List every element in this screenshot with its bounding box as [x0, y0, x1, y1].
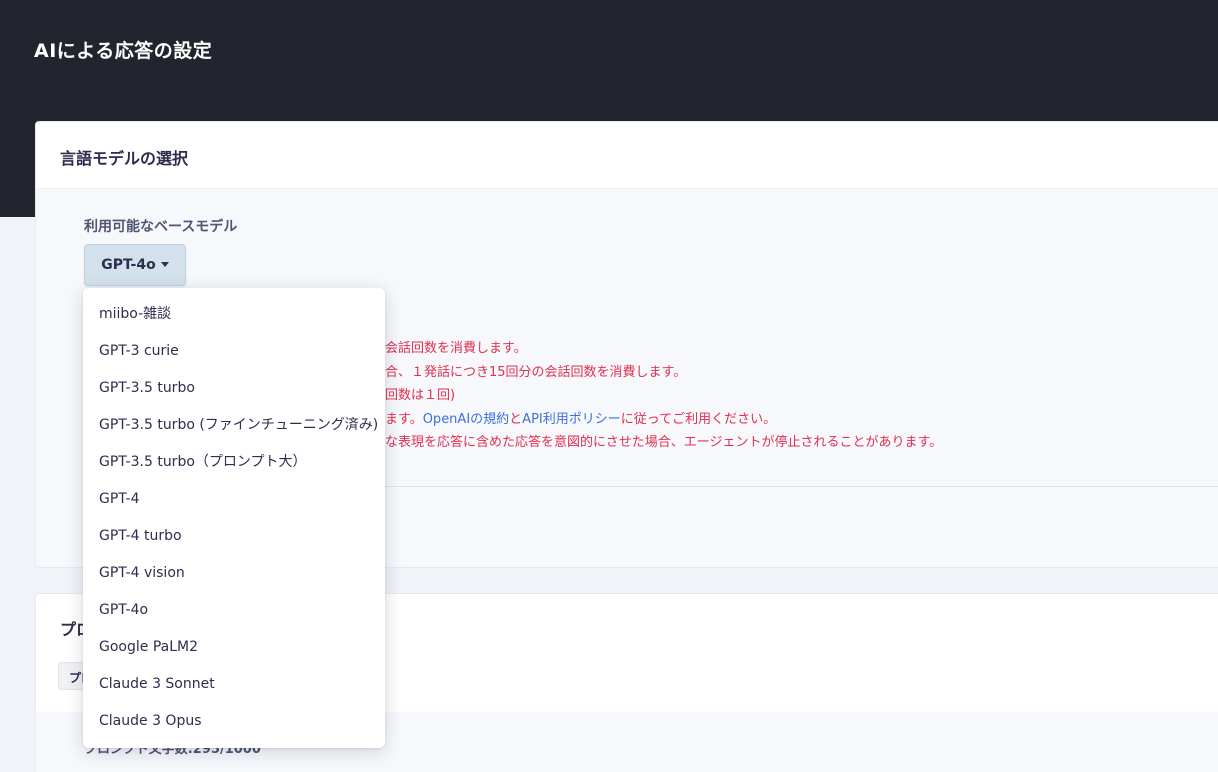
- note-text: と: [509, 411, 523, 427]
- dropdown-item-gpt4-turbo[interactable]: GPT-4 turbo: [83, 517, 385, 554]
- card-header: 言語モデルの選択: [36, 122, 1218, 189]
- model-notes: 会話回数を消費します。 合、１発話につき15回分の会話回数を消費します。 回数は…: [385, 337, 1218, 455]
- dropdown-item-gpt35-turbo-large-prompt[interactable]: GPT-3.5 turbo（プロンプト大）: [83, 443, 385, 480]
- model-dropdown-menu: miibo-雑談 GPT-3 curie GPT-3.5 turbo GPT-3…: [83, 288, 385, 748]
- dropdown-item-gpt35-turbo-finetuned[interactable]: GPT-3.5 turbo (ファインチューニング済み): [83, 406, 385, 443]
- model-select-button[interactable]: GPT-4o: [84, 244, 186, 286]
- dropdown-item-gpt4o[interactable]: GPT-4o: [83, 591, 385, 628]
- model-select-value: GPT-4o: [101, 257, 156, 273]
- dropdown-item-google-palm2[interactable]: Google PaLM2: [83, 628, 385, 665]
- dropdown-item-gpt4-vision[interactable]: GPT-4 vision: [83, 554, 385, 591]
- note-line: 会話回数を消費します。: [385, 341, 527, 356]
- note-line: ます。OpenAIの規約とAPI利用ポリシーに従ってご利用ください。: [385, 408, 1218, 432]
- note-line: 合、１発話につき15回分の会話回数を消費します。: [385, 364, 687, 380]
- dropdown-item-claude3-opus[interactable]: Claude 3 Opus: [83, 702, 385, 739]
- note-text: に従ってご利用ください。: [620, 411, 777, 427]
- dropdown-item-gpt35-turbo[interactable]: GPT-3.5 turbo: [83, 369, 385, 406]
- note-line: 回数は１回): [385, 388, 456, 403]
- note-line: な表現を応答に含めた応答を意図的にさせた場合、エージェントが停止されることがあり…: [385, 435, 943, 450]
- dropdown-item-miibo-chat[interactable]: miibo-雑談: [83, 295, 385, 332]
- base-model-label: 利用可能なベースモデル: [84, 219, 238, 235]
- caret-down-icon: [160, 261, 169, 267]
- dropdown-item-gpt4[interactable]: GPT-4: [83, 480, 385, 517]
- openai-terms-link[interactable]: OpenAIの規約: [423, 412, 509, 427]
- dropdown-item-claude3-sonnet[interactable]: Claude 3 Sonnet: [83, 665, 385, 702]
- page-title: AIによる応答の設定: [34, 40, 213, 62]
- divider: [385, 486, 1218, 487]
- note-text: ます。: [385, 411, 423, 427]
- card-title: 言語モデルの選択: [60, 149, 189, 168]
- dropdown-item-gpt3-curie[interactable]: GPT-3 curie: [83, 332, 385, 369]
- api-policy-link[interactable]: API利用ポリシー: [522, 412, 621, 427]
